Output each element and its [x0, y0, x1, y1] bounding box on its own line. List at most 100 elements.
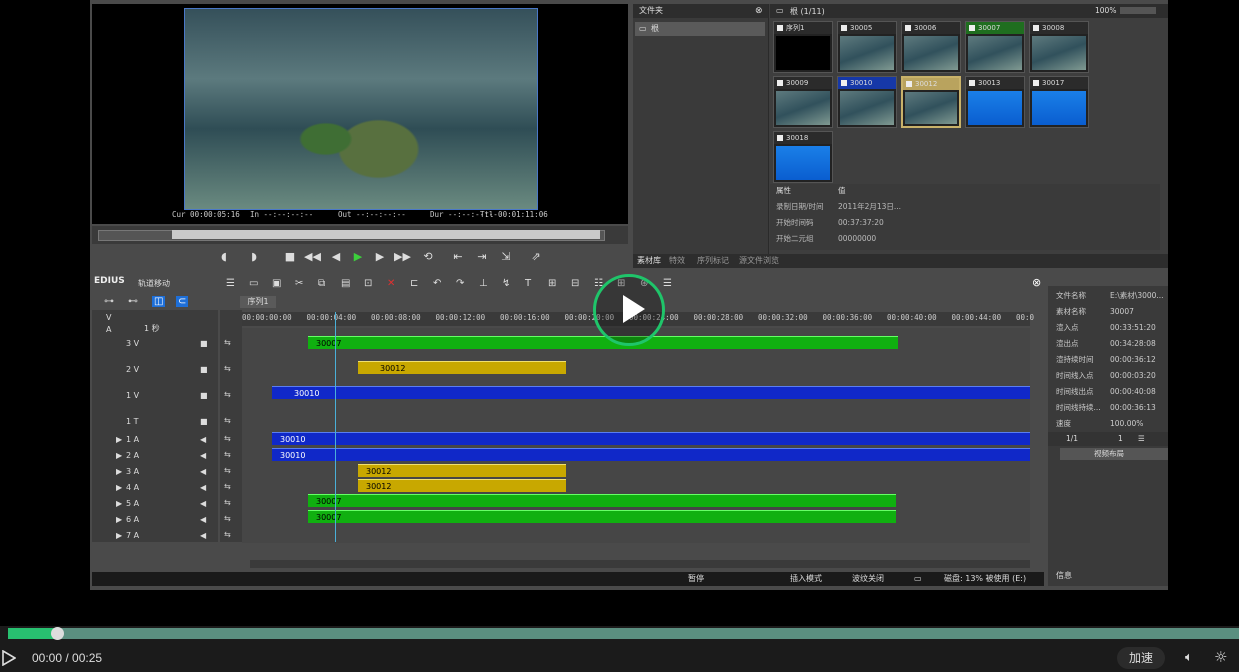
set-in-icon[interactable]: ◖ — [216, 249, 232, 265]
sync-lock-icon[interactable]: ⇆ — [224, 450, 231, 459]
tab-effects[interactable]: 特效 — [669, 254, 685, 268]
video-mute-icon[interactable]: ■ — [200, 362, 208, 377]
track-header[interactable]: 6 A ▶ ◀ — [92, 512, 218, 527]
settings-icon[interactable]: ☼ — [1214, 648, 1232, 666]
expand-icon[interactable]: ▶ — [116, 464, 122, 479]
playhead[interactable] — [335, 312, 336, 542]
save-icon[interactable]: ▣ — [272, 278, 281, 289]
undo-icon[interactable]: ↶ — [433, 278, 441, 289]
tab-source-browser[interactable]: 源文件浏览 — [739, 254, 779, 268]
replace-icon[interactable]: ⊡ — [364, 278, 372, 289]
speaker-icon[interactable]: ◀ — [200, 512, 206, 527]
sync-lock-icon[interactable]: ⇆ — [224, 364, 231, 373]
bin-clip[interactable]: 30013 — [965, 76, 1025, 128]
clip-v3[interactable]: 30007 — [308, 336, 898, 349]
bin-clip[interactable]: 序列1 — [773, 21, 833, 73]
copy-icon[interactable]: ⧉ — [318, 278, 325, 289]
marker-icon[interactable]: ⊥ — [479, 278, 488, 289]
sync-lock-icon[interactable]: ⇆ — [224, 482, 231, 491]
effect-item[interactable]: 视频布局 — [1060, 448, 1168, 460]
new-seq-icon[interactable]: ☰ — [226, 278, 235, 289]
track-header[interactable]: 2 A ▶ ◀ — [92, 448, 218, 463]
sync-lock-icon[interactable]: ⇆ — [224, 466, 231, 475]
delete-icon[interactable]: ✕ — [387, 278, 395, 289]
play-pause-button[interactable] — [2, 649, 17, 667]
bin-clip[interactable]: 30010 — [837, 76, 897, 128]
folder-root-item[interactable]: ▭ 根 — [635, 22, 765, 36]
bin-clip[interactable]: 30017 — [1029, 76, 1089, 128]
paste-icon[interactable]: ▤ — [341, 278, 350, 289]
timescale-select[interactable]: 1 秒 — [144, 323, 160, 334]
sync-lock-icon[interactable]: ⇆ — [224, 416, 231, 425]
track-header[interactable]: 1 T ■ — [92, 414, 218, 429]
stop-icon[interactable]: ■ — [282, 249, 298, 265]
track-header[interactable]: 1 V ■ — [92, 388, 218, 403]
speaker-icon[interactable]: ◀ — [200, 480, 206, 495]
volume-icon[interactable]: 🔈︎ — [1185, 650, 1203, 665]
go-in-icon[interactable]: ⇤ — [450, 249, 466, 265]
bin-clip[interactable]: 30018 — [773, 131, 833, 183]
clip-a2[interactable]: 30010 — [272, 448, 1030, 461]
bin-clip[interactable]: 30008 — [1029, 21, 1089, 73]
linked-icon[interactable]: ◫ — [152, 296, 166, 307]
redo-icon[interactable]: ↷ — [456, 278, 464, 289]
clip-v1[interactable]: 30010 — [272, 386, 1030, 399]
bin-clip[interactable]: 30007 — [965, 21, 1025, 73]
export-icon[interactable]: ⊞ — [548, 278, 556, 289]
close-icon[interactable]: ⊗ — [1032, 276, 1041, 289]
insert-icon[interactable]: ⇲ — [498, 249, 514, 265]
expand-icon[interactable]: ▶ — [116, 512, 122, 527]
track-header[interactable]: 3 V ■ — [92, 336, 218, 351]
tab-bin[interactable]: 素材库 — [637, 254, 661, 268]
title-icon[interactable]: T — [525, 278, 531, 289]
video-play-button[interactable] — [593, 274, 665, 346]
track-header[interactable]: 5 A ▶ ◀ — [92, 496, 218, 511]
expand-icon[interactable]: ▶ — [116, 448, 122, 463]
trim-icon[interactable]: ↯ — [502, 278, 510, 289]
track-header[interactable]: 7 A ▶ ◀ — [92, 528, 218, 543]
set-out-icon[interactable]: ◗ — [246, 249, 262, 265]
tab-sequence[interactable]: 序列1 — [240, 296, 276, 308]
go-out-icon[interactable]: ⇥ — [474, 249, 490, 265]
play-icon[interactable]: ▶ — [350, 249, 366, 265]
expand-icon[interactable]: ▶ — [116, 480, 122, 495]
close-icon[interactable]: ⊗ — [755, 6, 763, 16]
sync-lock-icon[interactable]: ⇆ — [224, 434, 231, 443]
timeline-tracks[interactable]: 30007 30012 30010 30010 30010 30012 3001… — [242, 328, 1030, 543]
list-icon[interactable]: ☰ — [1138, 432, 1145, 446]
expand-icon[interactable]: ▶ — [116, 528, 122, 543]
ripple-icon[interactable]: ⊏ — [410, 278, 418, 289]
loop-icon[interactable]: ⟲ — [420, 249, 436, 265]
track-header[interactable]: 2 V ■ — [92, 362, 218, 377]
sync-lock-icon[interactable]: ⇆ — [224, 390, 231, 399]
clip-a6[interactable]: 30007 — [308, 510, 896, 523]
expand-icon[interactable]: ▶ — [116, 432, 122, 447]
clip-a4[interactable]: 30012 — [358, 479, 566, 492]
speaker-icon[interactable]: ◀ — [200, 464, 206, 479]
bin-clip[interactable]: 30012 — [901, 76, 961, 128]
clip-a5[interactable]: 30007 — [308, 494, 896, 507]
video-mute-icon[interactable]: ■ — [200, 414, 208, 429]
bin-clip[interactable]: 30005 — [837, 21, 897, 73]
clip-a3[interactable]: 30012 — [358, 464, 566, 477]
track-add-icon[interactable]: ⊷ — [128, 296, 138, 307]
fast-forward-icon[interactable]: ▶▶ — [394, 249, 411, 265]
video-mute-icon[interactable]: ■ — [200, 336, 208, 351]
clip-a1[interactable]: 30010 — [272, 432, 1030, 445]
expand-icon[interactable]: ▶ — [116, 496, 122, 511]
progress-track[interactable] — [8, 628, 1239, 639]
snap-icon[interactable]: ⊂ — [176, 296, 189, 307]
next-frame-icon[interactable]: ▶ — [372, 249, 388, 265]
speaker-icon[interactable]: ◀ — [200, 448, 206, 463]
menu-icon[interactable]: ☰ — [663, 278, 672, 289]
video-mute-icon[interactable]: ■ — [200, 388, 208, 403]
bin-clip[interactable]: 30006 — [901, 21, 961, 73]
clip-v2[interactable]: 30012 — [358, 361, 566, 374]
track-header[interactable]: 4 A ▶ ◀ — [92, 480, 218, 495]
speaker-icon[interactable]: ◀ — [200, 496, 206, 511]
track-view-icon[interactable]: ⊶ — [104, 296, 114, 307]
track-header[interactable]: 3 A ▶ ◀ — [92, 464, 218, 479]
prev-frame-icon[interactable]: ◀ — [328, 249, 344, 265]
sync-lock-icon[interactable]: ⇆ — [224, 530, 231, 539]
zoom-slider[interactable] — [1120, 7, 1156, 14]
